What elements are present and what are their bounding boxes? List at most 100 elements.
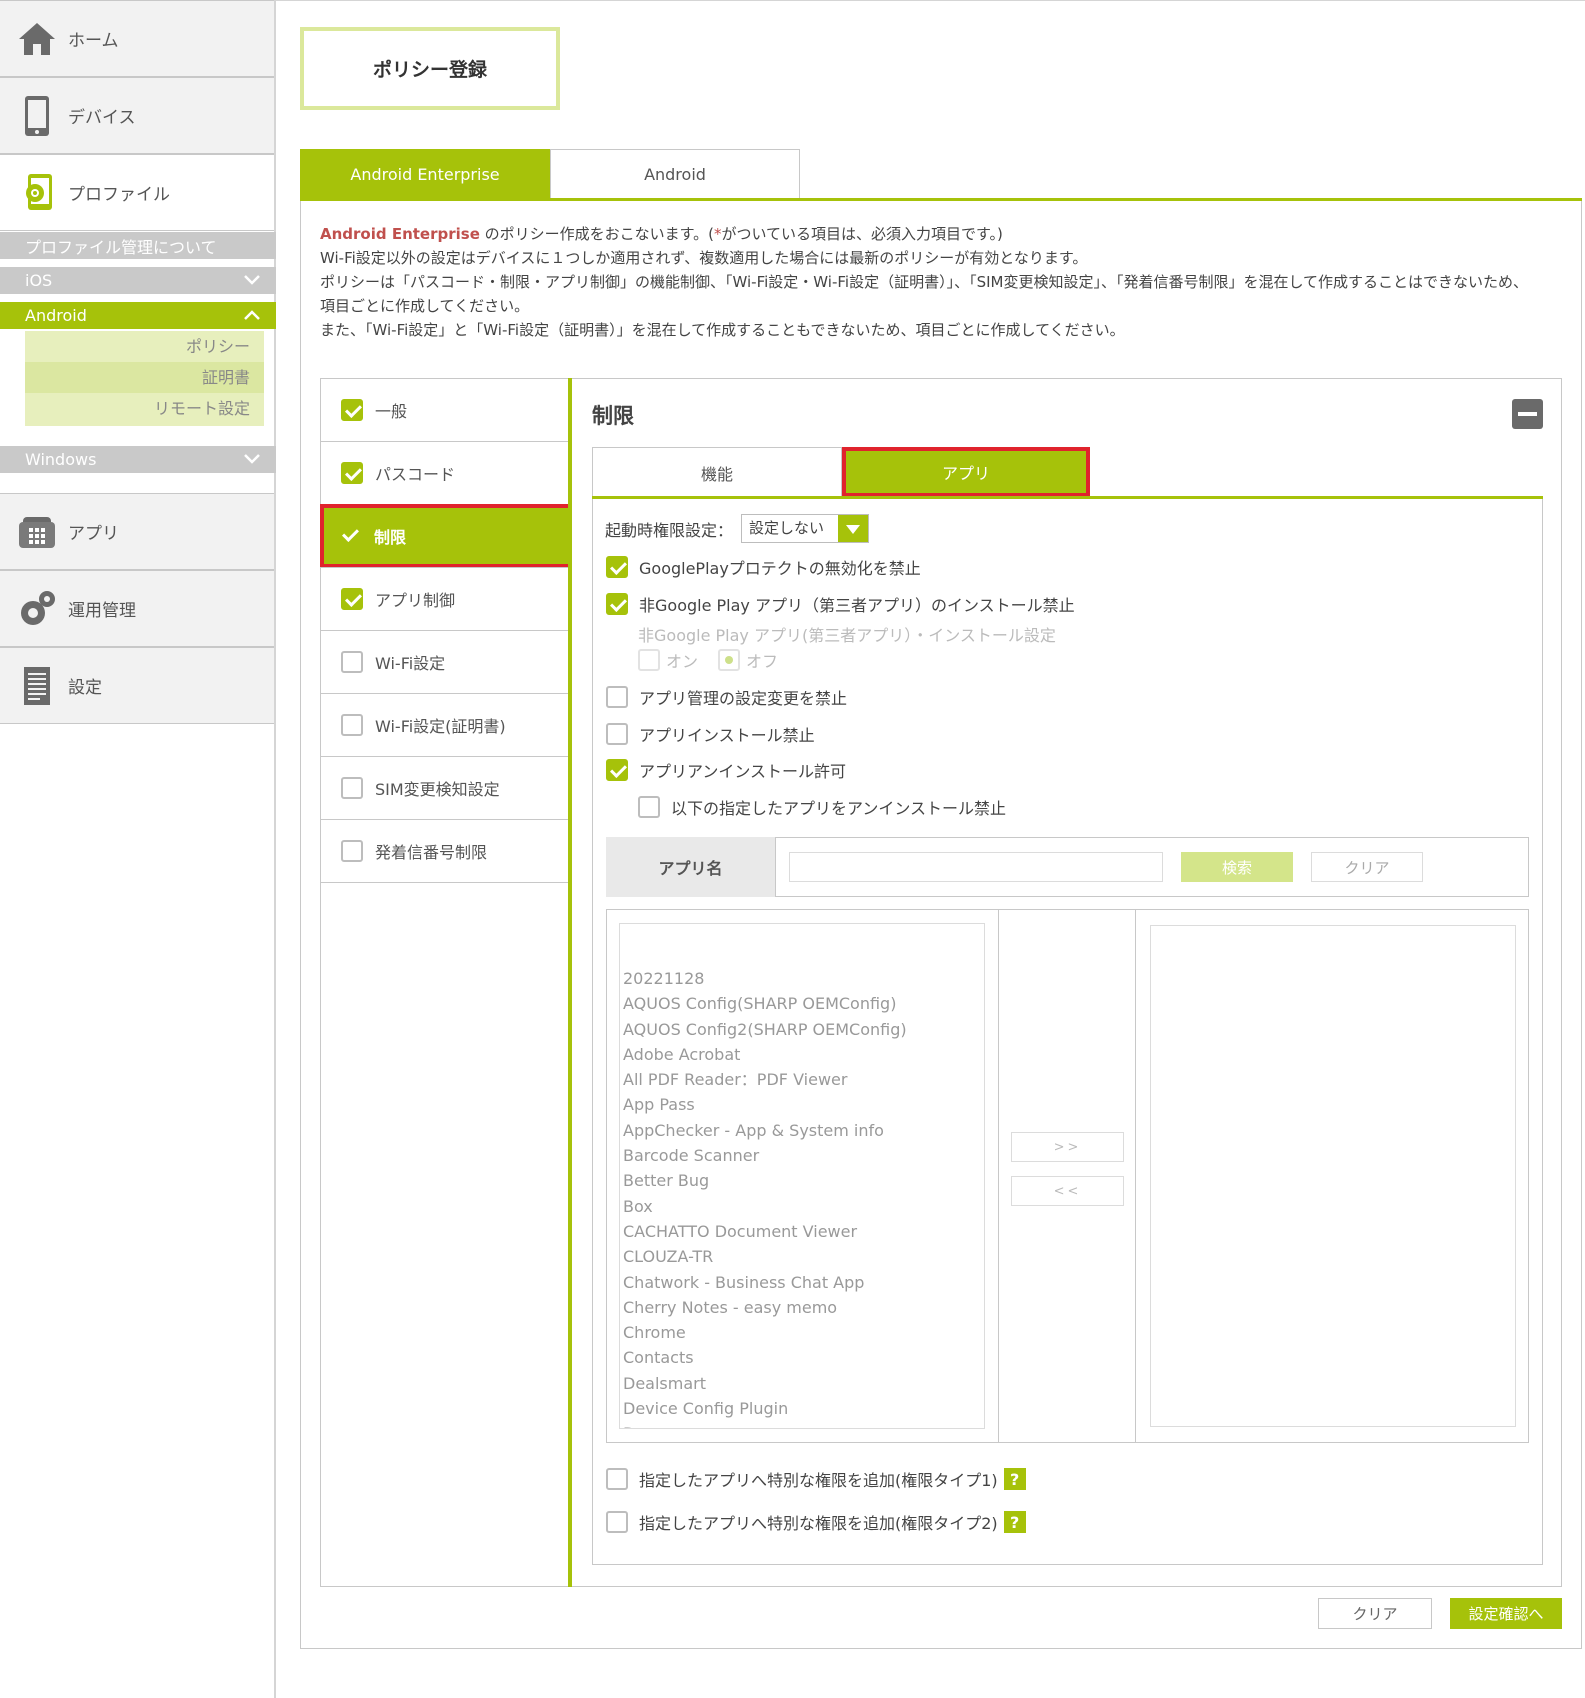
radio-on-button[interactable]	[638, 649, 660, 671]
option-app-mgmt-checkbox[interactable]	[606, 686, 628, 708]
category-wifi[interactable]: Wi-Fi設定	[320, 630, 570, 694]
app-list-item[interactable]: Cherry Notes - easy memo	[623, 1295, 984, 1320]
app-list-item[interactable]: Chrome	[623, 1320, 984, 1345]
category-restriction-label: 制限	[374, 528, 407, 547]
radio-off-button[interactable]	[718, 649, 740, 671]
app-list-item[interactable]: Better Bug	[623, 1168, 984, 1193]
android-item-certificate[interactable]: 証明書	[25, 362, 264, 393]
clear-button[interactable]: クリア	[1318, 1598, 1432, 1629]
category-passcode-checkbox[interactable]	[341, 462, 363, 484]
category-wifi-cert[interactable]: Wi-Fi設定(証明書)	[320, 693, 570, 757]
subtab-app[interactable]: アプリ	[842, 447, 1090, 497]
app-list-item[interactable]: Barcode Scanner	[623, 1143, 984, 1168]
search-button[interactable]: 検索	[1181, 852, 1293, 882]
nav-home[interactable]: ホーム	[0, 0, 274, 77]
help-icon[interactable]: ?	[1003, 1468, 1026, 1490]
radio-on-label: オン	[666, 652, 699, 671]
radio-on[interactable]: オン	[638, 648, 698, 672]
radio-off[interactable]: オフ	[718, 648, 778, 672]
category-call-restriction-checkbox[interactable]	[341, 840, 363, 862]
intro-line4: 項目ごとに作成してください。	[320, 297, 530, 315]
intro-text: Android Enterprise のポリシー作成をおこないます。(*がついて…	[320, 222, 1560, 342]
category-wifi-cert-checkbox[interactable]	[341, 714, 363, 736]
category-restriction[interactable]: 制限	[320, 504, 572, 568]
option-app-install-checkbox[interactable]	[606, 723, 628, 745]
option-gp-protect-checkbox[interactable]	[606, 556, 628, 578]
category-app-control-checkbox[interactable]	[341, 588, 363, 610]
app-list-item[interactable]: Chatwork - Business Chat App	[623, 1270, 984, 1295]
category-call-restriction[interactable]: 発着信番号制限	[320, 819, 570, 883]
category-sim-change[interactable]: SIM変更検知設定	[320, 756, 570, 820]
app-list-item[interactable]: Contacts	[623, 1345, 984, 1370]
option-app-mgmt[interactable]: アプリ管理の設定変更を禁止	[606, 685, 847, 709]
app-list-item[interactable]: Adobe Acrobat	[623, 1042, 984, 1067]
collapse-button[interactable]	[1512, 399, 1543, 429]
option-non-gp-install-checkbox[interactable]	[606, 593, 628, 615]
move-left-button[interactable]: <<	[1011, 1176, 1124, 1206]
startup-permission-select[interactable]: 設定しない	[741, 514, 869, 543]
clear-search-button[interactable]: クリア	[1311, 852, 1423, 882]
tab-android[interactable]: Android	[550, 149, 800, 199]
submenu-ios[interactable]: iOS	[0, 267, 276, 294]
nav-operations[interactable]: 運用管理	[0, 570, 274, 647]
tab-android-enterprise[interactable]: Android Enterprise	[300, 149, 550, 199]
page-title: ポリシー登録	[300, 27, 560, 110]
available-apps-list[interactable]: 20221128 AQUOS Config(SHARP OEMConfig) AQU…	[619, 923, 985, 1429]
submenu-windows[interactable]: Windows	[0, 446, 276, 473]
non-gp-install-setting-label: 非Google Play アプリ(第三者アプリ）・インストール設定	[638, 622, 1056, 646]
category-wifi-checkbox[interactable]	[341, 651, 363, 673]
option-app-install[interactable]: アプリインストール禁止	[606, 722, 815, 746]
nav-profile[interactable]: プロファイル	[0, 154, 274, 231]
help-icon[interactable]: ?	[1003, 1511, 1026, 1533]
app-list-item[interactable]: 20221128	[623, 966, 984, 991]
category-general[interactable]: 一般	[320, 378, 570, 442]
app-list-item[interactable]: App Pass	[623, 1092, 984, 1117]
category-sim-change-label: SIM変更検知設定	[375, 780, 500, 799]
nav-settings[interactable]: 設定	[0, 647, 274, 724]
option-gp-protect[interactable]: GooglePlayプロテクトの無効化を禁止	[606, 555, 921, 579]
nav-device[interactable]: デバイス	[0, 77, 274, 154]
app-list-item[interactable]: Duo	[623, 1421, 984, 1428]
move-right-button[interactable]: >>	[1011, 1132, 1124, 1162]
smartphone-icon	[17, 94, 57, 138]
option-perm-type1-checkbox[interactable]	[606, 1468, 628, 1490]
confirm-settings-button[interactable]: 設定確認へ	[1450, 1598, 1562, 1629]
chevron-down-icon	[244, 275, 260, 285]
category-app-control[interactable]: アプリ制御	[320, 567, 570, 631]
option-uninstall-block[interactable]: 以下の指定したアプリをアンインストール禁止	[638, 795, 1006, 819]
option-uninstall-block-checkbox[interactable]	[638, 796, 660, 818]
android-item-remote[interactable]: リモート設定	[25, 393, 264, 426]
selected-apps-list[interactable]	[1150, 925, 1516, 1427]
intro-line3: ポリシーは「パスコード・制限・アプリ制御」の機能制御、「Wi-Fi設定・Wi-F…	[320, 273, 1529, 291]
app-list-item[interactable]: AQUOS Config2(SHARP OEMConfig)	[623, 1017, 984, 1042]
required-star: *	[714, 225, 722, 243]
app-list-item[interactable]: CACHATTO Document Viewer	[623, 1219, 984, 1244]
home-icon	[17, 17, 57, 61]
app-name-input[interactable]	[789, 852, 1163, 882]
option-perm-type2[interactable]: 指定したアプリへ特別な権限を追加(権限タイプ2) ?	[606, 1510, 1026, 1534]
category-general-checkbox[interactable]	[341, 399, 363, 421]
app-list-item[interactable]: CLOUZA-TR	[623, 1244, 984, 1269]
option-non-gp-install[interactable]: 非Google Play アプリ（第三者アプリ）のインストール禁止	[606, 592, 1075, 616]
app-list-item[interactable]: Dealsmart	[623, 1371, 984, 1396]
option-perm-type1[interactable]: 指定したアプリへ特別な権限を追加(権限タイプ1) ?	[606, 1467, 1026, 1491]
submenu-android[interactable]: Android	[0, 302, 276, 329]
option-app-uninstall-checkbox[interactable]	[606, 759, 628, 781]
option-app-uninstall[interactable]: アプリアンインストール許可	[606, 758, 846, 782]
startup-permission-label: 起動時権限設定：	[605, 521, 734, 540]
app-list-item[interactable]: AppChecker - App & System info	[623, 1118, 984, 1143]
profile-about-link[interactable]: プロファイル管理について	[0, 232, 276, 259]
category-passcode[interactable]: パスコード	[320, 441, 570, 505]
app-list-item[interactable]: Device Config Plugin	[623, 1396, 984, 1421]
android-item-policy[interactable]: ポリシー	[25, 331, 264, 362]
app-list-item[interactable]: All PDF Reader：PDF Viewer	[623, 1067, 984, 1092]
app-list-item[interactable]: AQUOS Config(SHARP OEMConfig)	[623, 991, 984, 1016]
option-app-install-label: アプリインストール禁止	[639, 726, 815, 745]
category-sim-change-checkbox[interactable]	[341, 777, 363, 799]
app-list-item[interactable]: Box	[623, 1194, 984, 1219]
option-perm-type1-label: 指定したアプリへ特別な権限を追加(権限タイプ1)	[639, 1471, 998, 1490]
subtab-function[interactable]: 機能	[592, 447, 842, 497]
category-restriction-checkbox[interactable]	[340, 525, 362, 547]
nav-apps[interactable]: アプリ	[0, 493, 274, 570]
option-perm-type2-checkbox[interactable]	[606, 1511, 628, 1533]
